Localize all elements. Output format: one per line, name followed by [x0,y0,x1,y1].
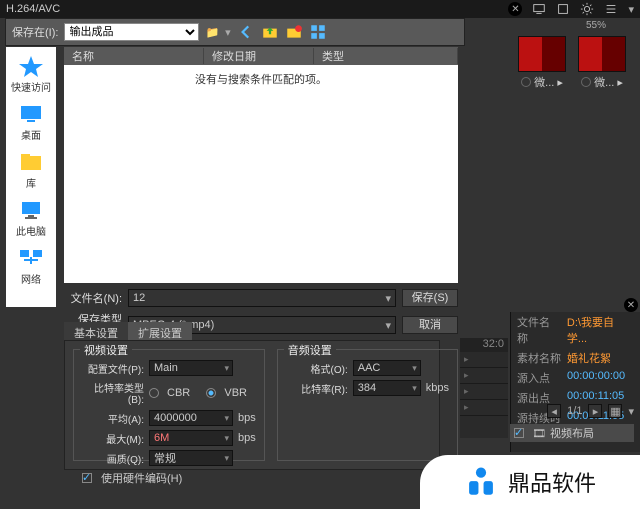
audio-format-select[interactable]: AAC [353,360,421,376]
column-date[interactable]: 修改日期 [204,48,314,64]
timeline-track[interactable]: ▸ [460,400,508,416]
hw-encode-checkbox[interactable] [82,473,92,483]
save-in-select[interactable]: 输出成品 [64,23,199,41]
sidebar-network[interactable]: 网络 [14,243,48,289]
column-type[interactable]: 类型 [314,48,458,64]
save-dialog: 保存在(I): 输出成品 📁 ▾ 快速访问 桌面 库 此电脑 网络 名称 修改日… [5,18,465,46]
save-button[interactable]: 保存(S) [402,289,458,307]
next-page-button[interactable]: ▸ [588,404,602,418]
timeline-track[interactable]: ▸ [460,368,508,384]
panel-close-icon[interactable]: ✕ [624,298,638,312]
dropdown-arrow-icon[interactable]: ▾ [225,26,231,39]
logo-icon [464,465,498,499]
audio-settings: 音频设置 格式(O):AAC 比特率(R):384kbps [277,349,458,461]
sidebar-libraries[interactable]: 库 [14,147,48,193]
back-icon[interactable] [237,23,255,41]
up-folder-icon[interactable] [261,23,279,41]
avg-bitrate-select[interactable]: 4000000 [149,410,233,426]
watermark: 鼎品软件 [420,455,640,509]
sidebar-quick-access[interactable]: 快速访问 [8,51,54,97]
timecode: 32:0 [483,338,504,352]
close-icon[interactable]: ✕ [508,2,522,16]
empty-message: 没有与搜索条件匹配的项。 [64,65,458,283]
layout-icon[interactable]: ▦ [608,404,622,418]
max-bitrate-select[interactable]: 6M [149,430,233,446]
timeline: 32:0 ▸ ▸ ▸ ▸ [460,338,508,438]
cbr-radio[interactable] [149,388,159,398]
film-icon: 🎞 [532,427,546,440]
monitor-icon[interactable] [532,2,546,16]
thumbnail-1[interactable]: 微...▸ [514,36,570,90]
zoom-level: 55% [586,20,606,31]
prev-page-button[interactable]: ◂ [547,404,561,418]
box-icon[interactable] [556,2,570,16]
sidebar-this-pc[interactable]: 此电脑 [13,195,49,241]
thumb-image-icon [518,36,566,72]
cancel-button[interactable]: 取消 [402,316,458,334]
save-in-label: 保存在(I): [12,24,58,40]
sidebar-desktop[interactable]: 桌面 [14,99,48,145]
new-folder-icon[interactable] [285,23,303,41]
vbr-radio[interactable] [206,388,216,398]
thumb-image-icon [578,36,626,72]
folder-icon: 📁 [205,26,219,39]
list-icon[interactable] [604,2,618,16]
chevron-down-icon[interactable]: ▾ [628,3,634,16]
page-indicator: 1/1 [567,405,582,417]
thumbnail-2[interactable]: 微...▸ [574,36,630,90]
quality-select[interactable]: 常规 [149,450,233,466]
badge-icon [521,77,531,87]
view-menu-icon[interactable] [309,23,327,41]
chevron-down-icon[interactable]: ▾ [628,405,634,418]
audio-bitrate-select[interactable]: 384 [353,380,421,396]
places-sidebar: 快速访问 桌面 库 此电脑 网络 [6,47,56,307]
paginator: ◂ 1/1 ▸ ▦ ▾ [547,404,634,418]
track-visible-checkbox[interactable] [514,428,524,438]
profile-select[interactable]: Main [149,360,233,376]
timeline-track[interactable]: ▸ [460,352,508,368]
timeline-track[interactable]: ▸ [460,384,508,400]
column-name[interactable]: 名称 [64,48,204,64]
badge-icon [581,77,591,87]
window-title: H.264/AVC [6,3,60,15]
video-settings: 视频设置 配置文件(P):Main 比特率类型(B):CBR VBR 平均(A)… [73,349,265,461]
gear-icon[interactable] [580,2,594,16]
thumbnail-strip: 微...▸ 微...▸ [514,36,630,90]
settings-panel: 视频设置 配置文件(P):Main 比特率类型(B):CBR VBR 平均(A)… [64,340,440,470]
filename-label: 文件名(N): [64,290,122,306]
filename-input[interactable]: 12 [128,289,396,307]
file-list: 名称 修改日期 类型 没有与搜索条件匹配的项。 [64,47,458,283]
track-item[interactable]: 🎞 视频布局 [510,424,634,442]
